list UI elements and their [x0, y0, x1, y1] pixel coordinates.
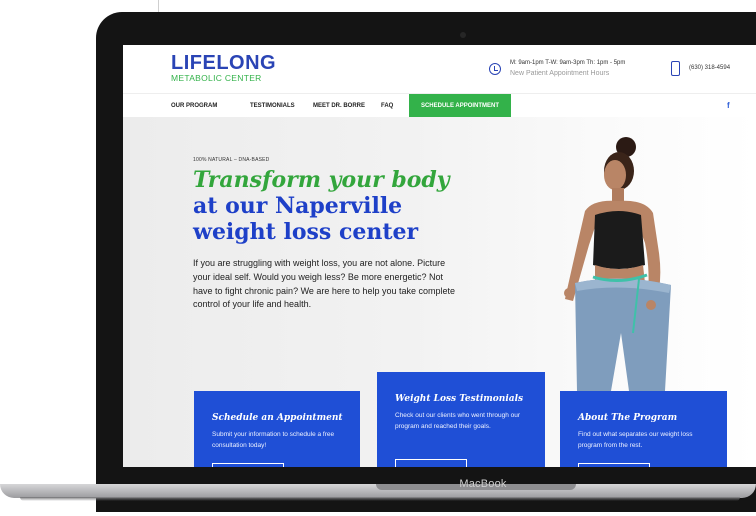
clock-icon: [489, 63, 501, 75]
card-text: Submit your information to schedule a fr…: [212, 431, 335, 449]
card-weight-loss-testimonials[interactable]: Weight Loss Testimonials Check out our c…: [377, 372, 545, 467]
site-header: LIFELONG METABOLIC CENTER M: 9am-1pm T-W…: [123, 45, 756, 93]
card-button[interactable]: [395, 459, 467, 467]
phone-icon: [671, 61, 680, 76]
phone-number-link[interactable]: (630) 318-4594: [689, 65, 730, 71]
camera-icon: [460, 32, 466, 38]
card-schedule-appointment[interactable]: Schedule an Appointment Submit your info…: [194, 391, 360, 467]
facebook-icon[interactable]: f: [727, 101, 730, 110]
card-title: About The Program: [578, 413, 678, 423]
hours-caption: New Patient Appointment Hours: [510, 70, 610, 77]
site-logo[interactable]: LIFELONG METABOLIC CENTER: [171, 53, 276, 83]
card-button[interactable]: [212, 463, 284, 467]
card-text: Check out our clients who went through o…: [395, 412, 521, 430]
card-title: Weight Loss Testimonials: [395, 394, 524, 404]
hero-headline-line-2: at our Naperville: [193, 193, 403, 219]
hero-headline-green: Transform your body: [193, 167, 450, 193]
card-button[interactable]: [578, 463, 650, 467]
hero-body-text: If you are struggling with weight loss, …: [193, 258, 455, 310]
hero-eyebrow: 100% NATURAL – DNA-BASED: [193, 157, 270, 163]
nav-testimonials[interactable]: TESTIMONIALS: [250, 103, 295, 109]
logo-sub-text: METABOLIC CENTER: [171, 73, 262, 83]
main-nav: OUR PROGRAM TESTIMONIALS MEET DR. BORRE …: [123, 93, 756, 118]
card-text: Find out what separates our weight loss …: [578, 431, 693, 449]
hours-schedule: M: 9am-1pm T-W: 9am-3pm Th: 1pm - 5pm: [510, 60, 626, 66]
hero-headline-line-3: weight loss center: [193, 219, 419, 245]
hero-woman-image: [564, 137, 671, 391]
nav-our-program[interactable]: OUR PROGRAM: [171, 103, 217, 109]
card-title: Schedule an Appointment: [212, 413, 343, 423]
device-label: MacBook: [459, 478, 507, 490]
schedule-appointment-button[interactable]: SCHEDULE APPOINTMENT: [409, 94, 511, 118]
nav-faq[interactable]: FAQ: [381, 103, 393, 109]
website-screen: LIFELONG METABOLIC CENTER M: 9am-1pm T-W…: [123, 45, 756, 467]
nav-meet-dr-borre[interactable]: MEET DR. BORRE: [313, 103, 365, 109]
logo-main-text: LIFELONG: [171, 52, 277, 74]
card-about-the-program[interactable]: About The Program Find out what separate…: [560, 391, 727, 467]
laptop-shadow: [20, 497, 740, 501]
